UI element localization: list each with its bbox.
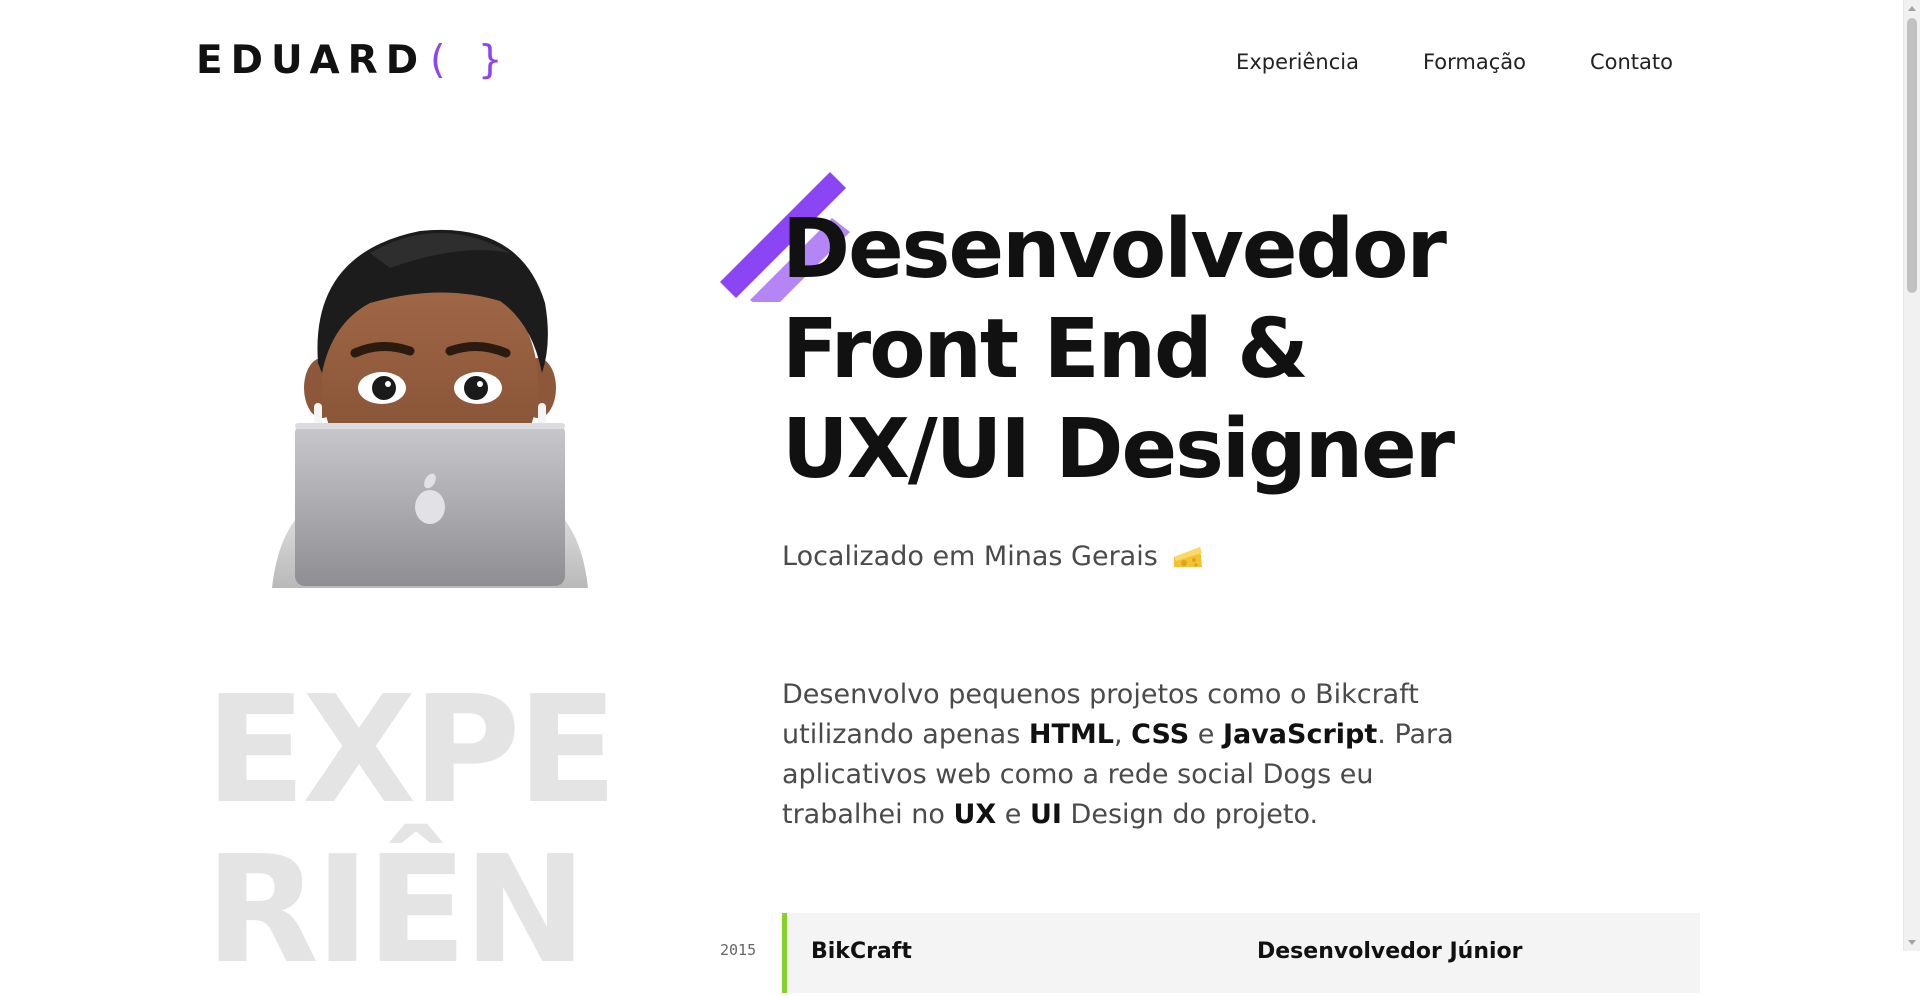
bio-tech-html: HTML bbox=[1028, 719, 1114, 750]
bio-sep-2: e bbox=[1189, 719, 1223, 750]
location-line: Localizado em Minas Gerais bbox=[782, 541, 1204, 572]
scrollbar-thumb[interactable] bbox=[1907, 18, 1917, 293]
experience-watermark-line-1: EXPE bbox=[205, 664, 618, 836]
hero-title-line-3: UX/UI Designer bbox=[782, 402, 1455, 497]
experience-watermark-line-2: RIÊN bbox=[205, 824, 587, 996]
cheese-icon bbox=[1173, 546, 1202, 567]
experience-watermark-title: EXPE RIÊN bbox=[205, 664, 618, 996]
site-logo[interactable]: EDUARD ( } bbox=[196, 38, 513, 83]
page-scrollbar[interactable] bbox=[1903, 0, 1920, 951]
avatar-memoji-icon bbox=[272, 229, 588, 588]
hero-title-line-1: Desenvolvedor bbox=[782, 202, 1447, 297]
experience-role: Desenvolvedor Júnior bbox=[1257, 939, 1523, 964]
nav-link-formacao[interactable]: Formação bbox=[1423, 50, 1526, 74]
nav-link-contato[interactable]: Contato bbox=[1590, 50, 1673, 74]
logo-text: EDUARD bbox=[196, 38, 427, 83]
bio-tech-javascript: JavaScript bbox=[1222, 719, 1378, 750]
scroll-up-arrow-icon[interactable] bbox=[1908, 6, 1916, 11]
bio-sep-3: e bbox=[996, 799, 1030, 830]
hero-title-line-2: Front End & bbox=[782, 302, 1309, 397]
location-text: Localizado em Minas Gerais bbox=[782, 541, 1158, 572]
bio-text-3: Design do projeto. bbox=[1061, 799, 1319, 830]
nav-link-experiencia[interactable]: Experiência bbox=[1236, 50, 1359, 74]
bio-tech-css: CSS bbox=[1131, 719, 1190, 750]
scroll-down-arrow-icon[interactable] bbox=[1908, 940, 1916, 945]
bio-skill-ui: UI bbox=[1029, 799, 1062, 830]
bio-skill-ux: UX bbox=[953, 799, 997, 830]
logo-braces: ( } bbox=[430, 38, 513, 83]
experience-company: BikCraft bbox=[811, 939, 912, 964]
bio-sep-1: , bbox=[1113, 719, 1132, 750]
hero-title: Desenvolvedor Front End & UX/UI Designer bbox=[782, 200, 1455, 500]
experience-year: 2015 bbox=[720, 941, 757, 959]
hero-bio: Desenvolvo pequenos projetos como o Bikc… bbox=[782, 675, 1472, 835]
main-nav: Experiência Formação Contato bbox=[1236, 50, 1673, 74]
experience-card[interactable]: BikCraft Desenvolvedor Júnior bbox=[782, 913, 1700, 993]
